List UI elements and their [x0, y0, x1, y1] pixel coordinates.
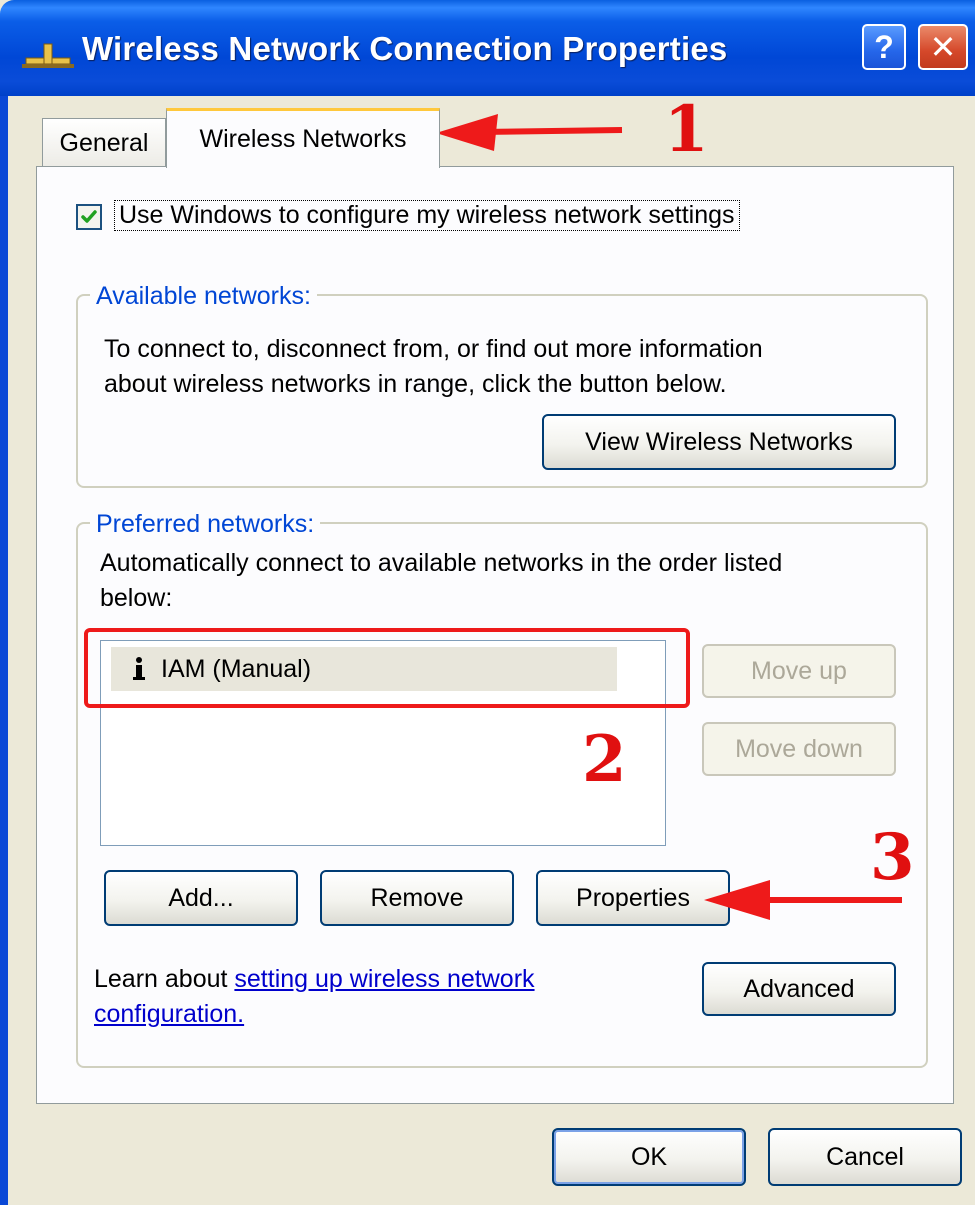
tab-wireless-networks[interactable]: Wireless Networks — [166, 108, 440, 168]
properties-dialog: Wireless Network Connection Properties ?… — [0, 0, 975, 1205]
annotation-step-3: 3 — [870, 820, 915, 895]
annotation-step-2: 2 — [582, 722, 627, 797]
annotation-arrow-3-head — [704, 880, 770, 920]
annotation-arrow-1-shaft — [477, 127, 623, 135]
annotation-step-1: 1 — [664, 92, 709, 167]
annotation-arrow-1-head — [436, 114, 498, 151]
annotation-arrows — [436, 114, 902, 920]
